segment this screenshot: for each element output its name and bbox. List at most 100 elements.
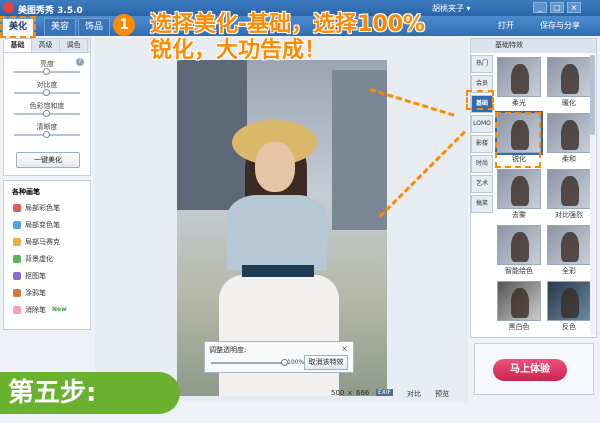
brush-item-mosaic[interactable]: 局部马赛克 bbox=[4, 233, 90, 250]
brush-item-blur-background[interactable]: 背景虚化 bbox=[4, 250, 90, 267]
effect-label: 暖化 bbox=[562, 99, 576, 107]
canvas-area: 调整透明度: × 100% 取消该特效 bbox=[95, 38, 468, 402]
meitu-window: 美图秀秀 3.5.0 胡桃夹子 ▾ _ □ × 美化 美容 饰品 打开 保存与分… bbox=[0, 0, 600, 423]
brush-item-cutout[interactable]: 抠图笔 bbox=[4, 267, 90, 284]
opacity-value: 100% bbox=[287, 359, 305, 366]
highlight-basic-category bbox=[466, 90, 494, 110]
try-now-button[interactable]: 马上体验 bbox=[493, 359, 567, 381]
close-icon[interactable]: × bbox=[341, 344, 348, 353]
effect-warm[interactable]: 暖化 bbox=[547, 57, 591, 109]
preview-button[interactable]: 预览 bbox=[435, 389, 449, 399]
effect-soft[interactable]: 柔和 bbox=[547, 113, 591, 165]
category-lomo[interactable]: LOMO bbox=[471, 115, 493, 133]
promo-box: 马上体验 bbox=[474, 343, 594, 395]
one-key-beautify-button[interactable]: 一键美化 bbox=[16, 152, 80, 168]
effect-full-color[interactable]: 全彩 bbox=[547, 225, 591, 277]
effect-label: 反色 bbox=[562, 323, 576, 331]
window-controls: _ □ × bbox=[533, 2, 581, 13]
slider-knob[interactable] bbox=[43, 68, 50, 75]
subtab-advanced[interactable]: 高级 bbox=[32, 39, 60, 52]
subtab-color[interactable]: 调色 bbox=[60, 39, 88, 52]
brush-item-partial-color[interactable]: 局部彩色笔 bbox=[4, 199, 90, 216]
sharpness-slider[interactable]: 清晰度 bbox=[4, 122, 90, 143]
slider-knob[interactable] bbox=[43, 89, 50, 96]
app-logo-icon bbox=[3, 2, 14, 13]
slider-track[interactable] bbox=[14, 68, 80, 75]
effect-thumbnail bbox=[547, 225, 591, 265]
slider-knob[interactable] bbox=[43, 131, 50, 138]
brightness-slider[interactable]: 亮度 bbox=[4, 59, 90, 80]
brush-label: 局部变色笔 bbox=[25, 220, 60, 229]
blur-icon bbox=[13, 254, 21, 263]
slider-track[interactable] bbox=[14, 110, 80, 117]
doodle-icon bbox=[13, 288, 21, 297]
callout-line: 选择美化-基础，选择100% bbox=[150, 12, 426, 37]
brush-label: 背景虚化 bbox=[25, 254, 53, 263]
adjust-subtabs: 基础 高级 调色 bbox=[4, 39, 90, 53]
photo-belt bbox=[242, 265, 314, 277]
effect-invert[interactable]: 反色 bbox=[547, 281, 591, 333]
scrollbar-thumb[interactable] bbox=[590, 55, 595, 135]
mosaic-icon bbox=[13, 237, 21, 246]
effect-smart-color[interactable]: 智能绘色 bbox=[497, 225, 541, 277]
effects-panel: 基础特效 热门 会员 基础 LOMO 影楼 时尚 艺术 搞笑 柔光 暖化 锐化 … bbox=[470, 38, 597, 338]
minimize-button[interactable]: _ bbox=[533, 2, 547, 13]
photo-shirt bbox=[227, 195, 327, 270]
effect-thumbnail bbox=[497, 169, 541, 209]
effect-grid: 柔光 暖化 锐化 柔和 去雾 对比强烈 智能绘色 全彩 黑白色 反色 bbox=[495, 57, 593, 333]
category-funny[interactable]: 搞笑 bbox=[471, 195, 493, 213]
effect-soft-light[interactable]: 柔光 bbox=[497, 57, 541, 109]
opacity-slider[interactable] bbox=[211, 359, 288, 366]
highlight-beautify-tab bbox=[0, 16, 36, 38]
brush-label: 局部彩色笔 bbox=[25, 203, 60, 212]
effect-thumbnail bbox=[547, 57, 591, 97]
compare-button[interactable]: 对比 bbox=[407, 389, 421, 399]
brush-label: 涂鸦笔 bbox=[25, 288, 46, 297]
tab-accessories[interactable]: 饰品 bbox=[78, 18, 110, 36]
brush-item-doodle[interactable]: 涂鸦笔 bbox=[4, 284, 90, 301]
effect-label: 智能绘色 bbox=[505, 267, 533, 275]
effect-high-contrast[interactable]: 对比强烈 bbox=[547, 169, 591, 221]
subtab-basic[interactable]: 基础 bbox=[4, 39, 32, 52]
image-height: 666 bbox=[356, 389, 370, 397]
effect-dehaze[interactable]: 去雾 bbox=[497, 169, 541, 221]
opacity-panel: 调整透明度: × 100% 取消该特效 bbox=[204, 341, 354, 373]
window-title: 美图秀秀 3.5.0 bbox=[18, 6, 83, 16]
close-button[interactable]: × bbox=[567, 2, 581, 13]
effect-label: 柔光 bbox=[512, 99, 526, 107]
open-button[interactable]: 打开 bbox=[498, 20, 514, 31]
brush-item-eraser[interactable]: 消除笔 New bbox=[4, 301, 90, 318]
saturation-slider[interactable]: 色彩饱和度 bbox=[4, 101, 90, 122]
effect-label: 全彩 bbox=[562, 267, 576, 275]
effect-categories: 热门 会员 基础 LOMO 影楼 时尚 艺术 搞笑 bbox=[471, 55, 493, 215]
category-art[interactable]: 艺术 bbox=[471, 175, 493, 193]
maximize-button[interactable]: □ bbox=[550, 2, 564, 13]
slider-track[interactable] bbox=[14, 131, 80, 138]
brush-label: 抠图笔 bbox=[25, 271, 46, 280]
contrast-slider[interactable]: 对比度 bbox=[4, 80, 90, 101]
effect-label: 黑白色 bbox=[508, 323, 530, 331]
exif-button[interactable]: EXIF bbox=[376, 389, 394, 396]
slider-knob[interactable] bbox=[43, 110, 50, 117]
category-fashion[interactable]: 时尚 bbox=[471, 155, 493, 173]
effect-black-white[interactable]: 黑白色 bbox=[497, 281, 541, 333]
slider-track[interactable] bbox=[14, 89, 80, 96]
eraser-icon bbox=[13, 305, 21, 314]
callout-line: 锐化，大功告成！ bbox=[150, 38, 327, 63]
photo-skirt bbox=[219, 275, 339, 396]
image-width: 500 bbox=[331, 389, 345, 397]
category-studio[interactable]: 影楼 bbox=[471, 135, 493, 153]
dimension-separator: × bbox=[347, 389, 353, 397]
tab-face[interactable]: 美容 bbox=[44, 18, 76, 36]
effect-label: 柔和 bbox=[562, 155, 576, 163]
cancel-effect-button[interactable]: 取消该特效 bbox=[304, 355, 348, 370]
step-banner: 第五步: bbox=[0, 372, 180, 414]
new-badge: New bbox=[52, 306, 67, 313]
brush-icon bbox=[13, 203, 21, 212]
save-share-button[interactable]: 保存与分享 bbox=[540, 20, 580, 31]
instruction-callout: 选择美化-基础，选择100% 锐化，大功告成！ bbox=[150, 12, 490, 64]
effects-scrollbar[interactable] bbox=[590, 55, 595, 335]
brush-item-partial-recolor[interactable]: 局部变色笔 bbox=[4, 216, 90, 233]
effect-label: 去雾 bbox=[512, 211, 526, 219]
brush-panel-title: 各种画笔 bbox=[12, 188, 40, 196]
